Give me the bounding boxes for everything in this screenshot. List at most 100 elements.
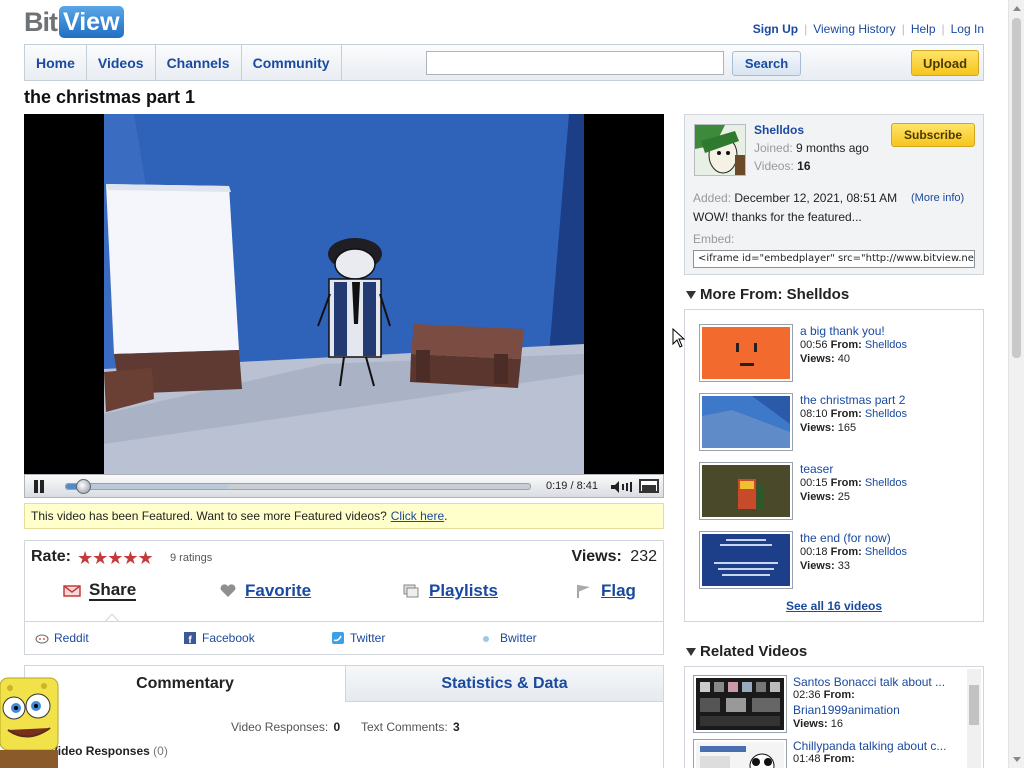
playlists-label: Playlists (429, 581, 498, 600)
playlists-button[interactable]: Playlists (403, 581, 498, 601)
views-value: 25 (837, 491, 850, 503)
video-thumbnail[interactable] (699, 462, 793, 520)
video-title-link[interactable]: Santos Bonacci talk about ... (793, 675, 963, 689)
fullscreen-icon[interactable] (639, 479, 659, 493)
flag-label: Flag (601, 581, 636, 600)
rating-stars[interactable]: ★★★★★ (77, 548, 154, 569)
video-thumbnail[interactable] (699, 324, 793, 382)
video-duration: 02:36 (793, 689, 821, 701)
more-from-heading[interactable]: More From: Shelldos (684, 286, 849, 303)
video-duration: 00:18 (800, 546, 828, 558)
link-separator: | (901, 22, 905, 36)
author-link[interactable]: Shelldos (865, 339, 907, 351)
channel-avatar[interactable] (694, 124, 746, 176)
video-meta: 00:15 From: Shelldos (800, 477, 907, 489)
share-icon (63, 585, 81, 597)
reddit-share[interactable]: Reddit (35, 631, 89, 645)
video-description: WOW! thanks for the featured... (693, 210, 862, 224)
channel-name-link[interactable]: Shelldos (754, 123, 804, 137)
tab-commentary[interactable]: Commentary (25, 666, 345, 702)
video-views: Views: 40 (800, 353, 850, 365)
list-item[interactable]: the end (for now) 00:18 From: Shelldos V… (699, 531, 979, 591)
see-all-videos-link[interactable]: See all 16 videos (685, 599, 983, 613)
bwitter-share[interactable]: Bwitter (481, 631, 537, 645)
main-nav: Home Videos Channels Community Search Up… (24, 44, 984, 81)
seek-bar[interactable] (65, 479, 531, 494)
upload-button[interactable]: Upload (911, 50, 979, 76)
login-link[interactable]: Log In (951, 22, 984, 36)
heart-icon (220, 584, 236, 597)
more-info-link[interactable]: (More info) (911, 192, 964, 204)
top-links: Sign Up | Viewing History | Help | Log I… (753, 22, 984, 36)
list-item[interactable]: teaser 00:15 From: Shelldos Views: 25 (699, 462, 979, 522)
related-scrollbar[interactable] (967, 669, 981, 768)
video-player[interactable] (24, 114, 664, 474)
help-link[interactable]: Help (911, 22, 936, 36)
video-title-link[interactable]: the end (for now) (800, 531, 891, 545)
pause-icon[interactable] (33, 480, 45, 493)
from-label: From: (830, 339, 862, 351)
nav-tab-home[interactable]: Home (25, 45, 87, 80)
author-link[interactable]: Shelldos (865, 477, 907, 489)
videos-label: Videos: (754, 159, 794, 173)
video-title-link[interactable]: a big thank you! (800, 324, 885, 338)
scroll-down-arrow-icon[interactable] (1013, 757, 1021, 762)
video-duration: 08:10 (800, 408, 828, 420)
flag-icon (577, 585, 590, 598)
author-link[interactable]: Shelldos (865, 408, 907, 420)
list-item[interactable]: the christmas part 2 08:10 From: Shelldo… (699, 393, 979, 453)
related-videos-heading[interactable]: Related Videos (684, 643, 807, 660)
added-label: Added: (693, 191, 732, 205)
search-input[interactable] (426, 51, 724, 75)
facebook-share[interactable]: f Facebook (183, 631, 255, 645)
vr-label: Video Responses: (231, 720, 329, 734)
videos-value: 16 (797, 159, 811, 173)
scrollbar-thumb[interactable] (969, 685, 979, 725)
joined-label: Joined: (754, 141, 793, 155)
thumbnail-image (702, 534, 790, 586)
bwitter-icon (483, 636, 489, 642)
author-link[interactable]: Brian1999animation (793, 703, 900, 717)
video-thumbnail[interactable] (699, 393, 793, 451)
bitview-logo[interactable]: Bit View (24, 6, 124, 38)
signup-link[interactable]: Sign Up (753, 22, 798, 36)
search-button[interactable]: Search (732, 51, 801, 76)
featured-link[interactable]: Click here (391, 509, 444, 523)
embed-code-field[interactable]: <iframe id="embedplayer" src="http://www… (693, 250, 975, 268)
page-scrollbar[interactable] (1008, 0, 1024, 768)
tab-statistics[interactable]: Statistics & Data (345, 666, 663, 702)
video-meta: 08:10 From: Shelldos (800, 408, 907, 420)
nav-tab-channels[interactable]: Channels (156, 45, 242, 80)
scroll-up-arrow-icon[interactable] (1013, 6, 1021, 11)
viewing-history-link[interactable]: Viewing History (813, 22, 895, 36)
thumbnail-image (702, 465, 790, 517)
more-from-title: More From: Shelldos (700, 286, 850, 303)
from-label: From: (823, 689, 855, 701)
nav-tab-community[interactable]: Community (242, 45, 342, 80)
video-title-link[interactable]: Chillypanda talking about c... (793, 739, 963, 753)
video-title-link[interactable]: teaser (800, 462, 833, 476)
subscribe-button[interactable]: Subscribe (891, 123, 975, 147)
video-duration: 00:15 (800, 477, 828, 489)
from-label: From: (830, 546, 862, 558)
scrollbar-thumb[interactable] (1012, 18, 1021, 358)
author-link[interactable]: Shelldos (865, 546, 907, 558)
volume-icon[interactable] (611, 481, 633, 493)
video-thumbnail[interactable] (699, 531, 793, 589)
nav-tab-videos[interactable]: Videos (87, 45, 156, 80)
views-value: 33 (837, 560, 850, 572)
twitter-share[interactable]: Twitter (331, 631, 385, 645)
video-thumbnail[interactable] (693, 739, 787, 768)
list-item[interactable]: a big thank you! 00:56 From: Shelldos Vi… (699, 324, 979, 384)
logo-text-bit: Bit (24, 6, 58, 37)
social-share-bar: Reddit f Facebook Twitter Bwitter (25, 621, 663, 654)
seek-handle[interactable] (76, 479, 92, 494)
views-label: Views: (800, 560, 835, 572)
share-button[interactable]: Share (63, 581, 137, 601)
video-title-link[interactable]: the christmas part 2 (800, 393, 905, 407)
favorite-button[interactable]: Favorite (219, 581, 311, 601)
flag-button[interactable]: Flag (575, 581, 636, 601)
featured-text: This video has been Featured. Want to se… (31, 509, 387, 523)
facebook-icon: f (184, 632, 196, 644)
video-thumbnail[interactable] (693, 675, 787, 733)
